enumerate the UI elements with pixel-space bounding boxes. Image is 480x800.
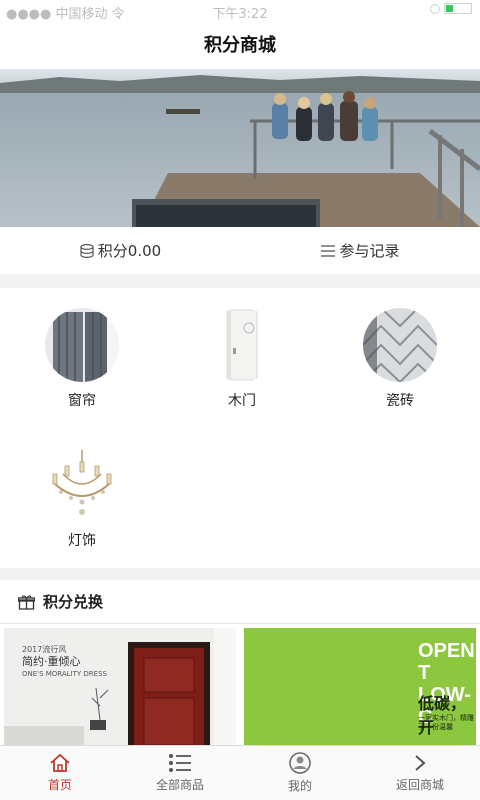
tab-home[interactable]: 首页 xyxy=(0,746,120,800)
product-card-door[interactable]: 2017流行风 简约·重倾心 ONE'S MORALITY DRESS xyxy=(4,628,236,745)
tab-label: 首页 xyxy=(47,778,72,792)
points-label: 积分0.00 xyxy=(97,242,162,260)
alarm-icon xyxy=(430,3,440,14)
chevron-right-icon xyxy=(415,755,426,771)
category-curtain[interactable]: 窗帘 xyxy=(22,308,142,410)
category-grid: 窗帘 木门 瓷砖 灯饰 xyxy=(0,288,480,568)
participation-records[interactable]: 参与记录 xyxy=(240,227,480,274)
product-desc: 一家实木门，精雕了一份温馨 xyxy=(418,714,474,731)
door-image xyxy=(205,308,279,382)
gift-icon xyxy=(18,594,35,610)
points-balance[interactable]: 积分0.00 xyxy=(0,227,240,274)
tab-label: 我的 xyxy=(287,779,312,793)
points-exchange-header: 积分兑换 xyxy=(0,580,480,624)
tab-label: 全部商品 xyxy=(155,778,204,792)
app-screen: ●●●● 中国移动 令 下午3:22 积分商城 积分0.00 参与记录 窗帘 木… xyxy=(0,0,480,800)
status-right xyxy=(430,3,472,14)
tab-all-products[interactable]: 全部商品 xyxy=(120,746,240,800)
points-bar: 积分0.00 参与记录 xyxy=(0,227,480,274)
page-title: 积分商城 xyxy=(0,22,480,69)
tab-bar: 首页 全部商品 我的 返回商城 xyxy=(0,745,480,800)
tab-mine[interactable]: 我的 xyxy=(240,746,360,800)
tile-image xyxy=(363,308,437,382)
category-door[interactable]: 木门 xyxy=(182,308,302,410)
category-label: 木门 xyxy=(228,393,256,409)
product-headline-1: OPEN T xyxy=(418,640,475,684)
tab-back-to-mall[interactable]: 返回商城 xyxy=(360,746,480,800)
chandelier-image xyxy=(45,448,119,522)
battery-icon xyxy=(444,3,472,14)
category-label: 瓷砖 xyxy=(386,393,414,409)
list-lines-icon xyxy=(321,244,336,257)
clock: 下午3:22 xyxy=(212,7,268,22)
category-tile[interactable]: 瓷砖 xyxy=(340,308,460,410)
curtain-image xyxy=(45,308,119,382)
home-icon xyxy=(50,753,70,772)
product-text-3: ONE'S MORALITY DRESS xyxy=(22,670,107,678)
status-bar: ●●●● 中国移动 令 下午3:22 xyxy=(0,0,480,22)
records-label: 参与记录 xyxy=(339,242,400,260)
product-card-lowcarbon[interactable]: OPEN T LOW-C 低碳，开 一家实木门，精雕了一份温馨 xyxy=(244,628,476,745)
category-label: 窗帘 xyxy=(68,393,96,409)
category-lighting[interactable]: 灯饰 xyxy=(22,448,142,550)
product-text-2: 简约·重倾心 xyxy=(22,655,81,668)
tab-label: 返回商城 xyxy=(395,778,444,792)
banner-image[interactable] xyxy=(0,69,480,227)
coins-icon xyxy=(80,243,94,258)
user-icon xyxy=(289,752,311,774)
product-list: 2017流行风 简约·重倾心 ONE'S MORALITY DRESS OPEN… xyxy=(0,624,480,745)
exchange-title: 积分兑换 xyxy=(43,593,104,611)
category-label: 灯饰 xyxy=(68,533,96,549)
list-icon xyxy=(169,754,191,772)
